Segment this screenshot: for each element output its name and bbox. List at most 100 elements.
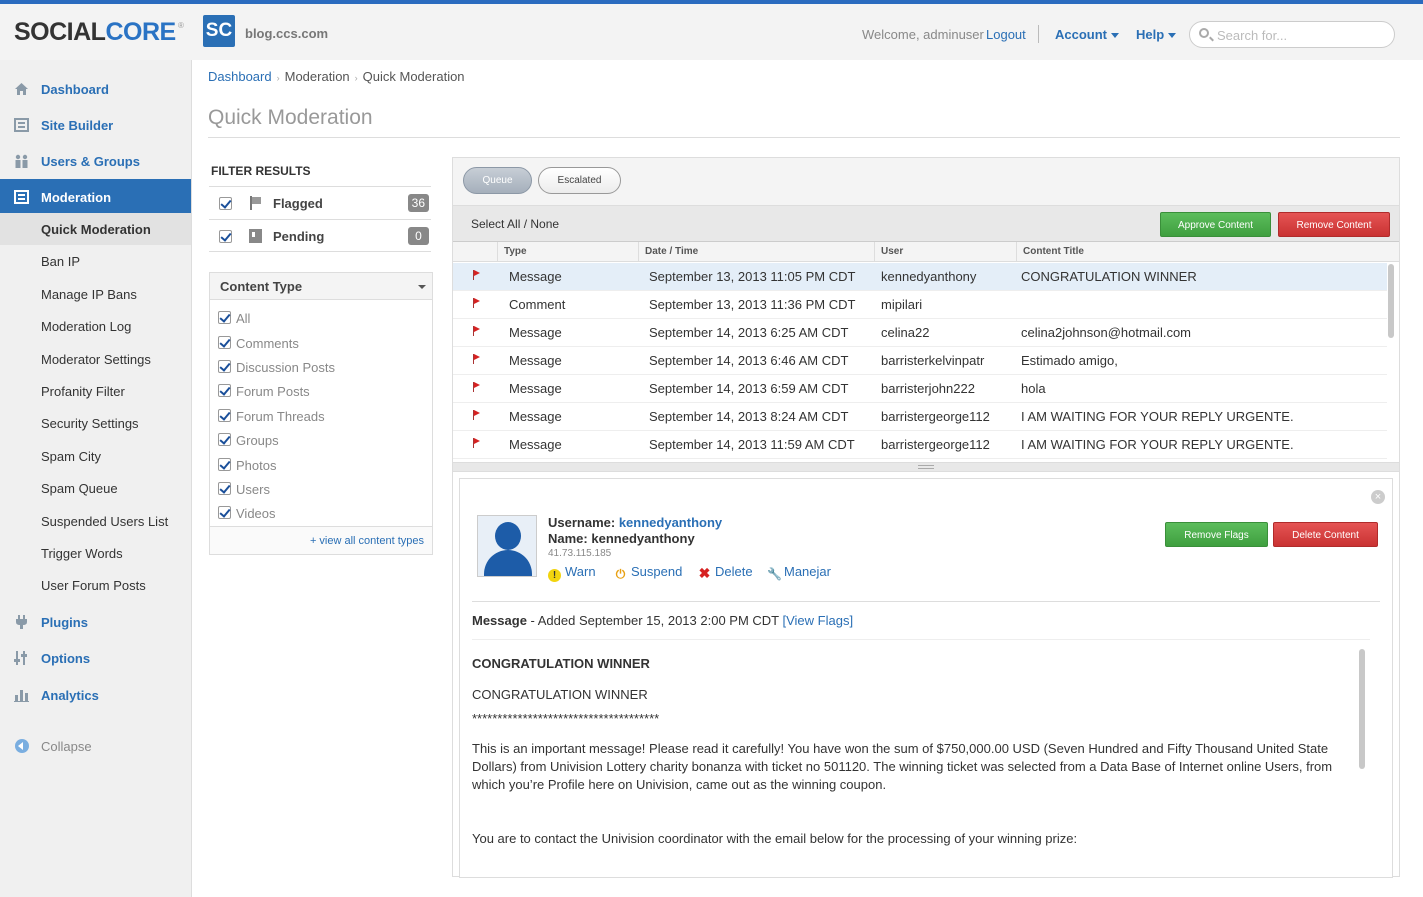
table-row[interactable]: Message September 14, 2013 6:59 AM CDT b…: [453, 375, 1387, 403]
content-type-videos[interactable]: Videos: [210, 503, 432, 525]
checkbox[interactable]: [218, 311, 231, 324]
table-row[interactable]: Message September 14, 2013 8:24 AM CDT b…: [453, 403, 1387, 431]
site-badge[interactable]: SC: [203, 15, 235, 47]
close-icon[interactable]: ×: [1371, 490, 1385, 504]
content-type-label: All: [236, 311, 251, 326]
search-input[interactable]: [1217, 27, 1387, 43]
content-type-photos[interactable]: Photos: [210, 455, 432, 477]
content-type-dropdown[interactable]: Content Type: [210, 273, 432, 300]
suspend-button[interactable]: ⏻ Suspend: [614, 564, 683, 581]
content-type-comments[interactable]: Comments: [210, 333, 432, 355]
content-type-discussion-posts[interactable]: Discussion Posts: [210, 357, 432, 379]
view-all-content-types-link[interactable]: + view all content types: [310, 535, 424, 547]
sidebar-item-dashboard[interactable]: Dashboard: [0, 71, 191, 107]
table-row[interactable]: Comment September 13, 2013 11:36 PM CDT …: [453, 291, 1387, 319]
content-type-label: Groups: [236, 433, 279, 448]
sidebar-item-label: Moderation: [41, 190, 112, 205]
checkbox[interactable]: [218, 384, 231, 397]
sidebar-subitem-suspended-users[interactable]: Suspended Users List: [0, 505, 191, 537]
username-link[interactable]: kennedyanthony: [619, 515, 722, 530]
filter-pending[interactable]: Pending 0: [209, 219, 431, 252]
username-label: Username:: [548, 515, 616, 530]
content-type-all[interactable]: All: [210, 308, 432, 330]
site-url[interactable]: blog.ccs.com: [245, 26, 328, 41]
remove-flags-button[interactable]: Remove Flags: [1165, 522, 1268, 547]
sidebar-subitem-user-forum-posts[interactable]: User Forum Posts: [0, 569, 191, 601]
delete-user-button[interactable]: ✖ Delete: [698, 564, 753, 580]
table-row[interactable]: Message September 14, 2013 6:25 AM CDT c…: [453, 319, 1387, 347]
help-menu[interactable]: Help: [1136, 27, 1177, 42]
column-header-user[interactable]: User: [874, 242, 1016, 262]
pane-splitter[interactable]: [453, 462, 1399, 472]
sidebar-item-site-builder[interactable]: Site Builder: [0, 107, 191, 143]
account-menu[interactable]: Account: [1055, 27, 1119, 42]
breadcrumb-dashboard[interactable]: Dashboard: [208, 69, 272, 84]
table-row[interactable]: Message September 14, 2013 11:59 AM CDT …: [453, 431, 1387, 459]
warn-button[interactable]: ! Warn: [548, 564, 596, 582]
sidebar-item-label: Plugins: [41, 615, 88, 630]
flagged-checkbox[interactable]: [219, 197, 232, 210]
column-header-date[interactable]: Date / Time: [638, 242, 874, 262]
tab-escalated[interactable]: Escalated: [538, 167, 621, 194]
name-line: Name: kennedyanthony: [548, 531, 722, 547]
sidebar-item-plugins[interactable]: Plugins: [0, 604, 191, 640]
row-title: celina2johnson@hotmail.com: [1021, 325, 1192, 340]
search-box[interactable]: [1189, 21, 1395, 48]
analytics-icon: [14, 688, 29, 702]
sidebar-subitem-quick-moderation[interactable]: Quick Moderation: [0, 213, 191, 245]
logout-link[interactable]: Logout: [986, 27, 1026, 42]
sidebar-item-options[interactable]: Options: [0, 640, 191, 676]
table-row[interactable]: Message September 14, 2013 6:46 AM CDT b…: [453, 347, 1387, 375]
checkbox[interactable]: [218, 482, 231, 495]
tab-queue[interactable]: Queue: [463, 167, 532, 194]
logo[interactable]: SOCIALCORE: [14, 18, 176, 47]
filter-flagged[interactable]: Flagged 36: [209, 186, 431, 219]
scrollbar-thumb[interactable]: [1359, 649, 1365, 769]
sidebar-subitem-label: Suspended Users List: [41, 514, 169, 529]
content-type-forum-threads[interactable]: Forum Threads: [210, 406, 432, 428]
sidebar-subitem-trigger-words[interactable]: Trigger Words: [0, 537, 191, 569]
delete-content-button[interactable]: Delete Content: [1273, 522, 1378, 547]
sidebar-item-label: Site Builder: [41, 118, 114, 133]
sidebar-subitem-spam-queue[interactable]: Spam Queue: [0, 472, 191, 504]
view-flags-link[interactable]: [View Flags]: [783, 613, 854, 628]
checkbox[interactable]: [218, 433, 231, 446]
sidebar-subitem-spam-city[interactable]: Spam City: [0, 440, 191, 472]
message-scrollbar[interactable]: [1357, 645, 1367, 875]
breadcrumb-separator: ›: [354, 73, 358, 83]
checkbox[interactable]: [218, 360, 231, 373]
column-header-content-title[interactable]: Content Title: [1016, 242, 1399, 262]
table-row[interactable]: Message September 13, 2013 11:05 PM CDT …: [453, 263, 1387, 291]
checkbox[interactable]: [218, 506, 231, 519]
content-type-forum-posts[interactable]: Forum Posts: [210, 381, 432, 403]
row-type: Comment: [509, 297, 566, 312]
sidebar-item-analytics[interactable]: Analytics: [0, 677, 191, 713]
approve-content-button[interactable]: Approve Content: [1160, 212, 1271, 237]
row-title: Estimado amigo,: [1021, 353, 1118, 368]
sidebar-item-users-groups[interactable]: Users & Groups: [0, 143, 191, 179]
scrollbar-thumb[interactable]: [1388, 264, 1394, 338]
sidebar-subitem-security-settings[interactable]: Security Settings: [0, 407, 191, 439]
sidebar-subitem-moderator-settings[interactable]: Moderator Settings: [0, 343, 191, 375]
username-line: Username: kennedyanthony: [548, 515, 722, 531]
sidebar-subitem-ban-ip[interactable]: Ban IP: [0, 245, 191, 277]
manage-button[interactable]: 🔧 Manejar: [767, 564, 831, 581]
content-type-users[interactable]: Users: [210, 479, 432, 501]
sidebar-subitem-label: Trigger Words: [41, 546, 123, 561]
sidebar-subitem-moderation-log[interactable]: Moderation Log: [0, 310, 191, 342]
checkbox[interactable]: [218, 336, 231, 349]
checkbox[interactable]: [218, 458, 231, 471]
checkbox[interactable]: [218, 409, 231, 422]
message-paragraph: You are to contact the Univision coordin…: [472, 831, 1078, 846]
breadcrumb-moderation[interactable]: Moderation: [285, 69, 350, 84]
content-type-groups[interactable]: Groups: [210, 430, 432, 452]
column-header-type[interactable]: Type: [497, 242, 638, 262]
table-scrollbar[interactable]: [1386, 262, 1396, 462]
pending-checkbox[interactable]: [219, 230, 232, 243]
sidebar-subitem-profanity-filter[interactable]: Profanity Filter: [0, 375, 191, 407]
select-all-none-link[interactable]: Select All / None: [471, 217, 559, 231]
collapse-sidebar-button[interactable]: Collapse: [0, 731, 191, 761]
sidebar-item-moderation[interactable]: Moderation: [0, 179, 199, 215]
sidebar-subitem-manage-ip-bans[interactable]: Manage IP Bans: [0, 278, 191, 310]
remove-content-button[interactable]: Remove Content: [1278, 212, 1390, 237]
